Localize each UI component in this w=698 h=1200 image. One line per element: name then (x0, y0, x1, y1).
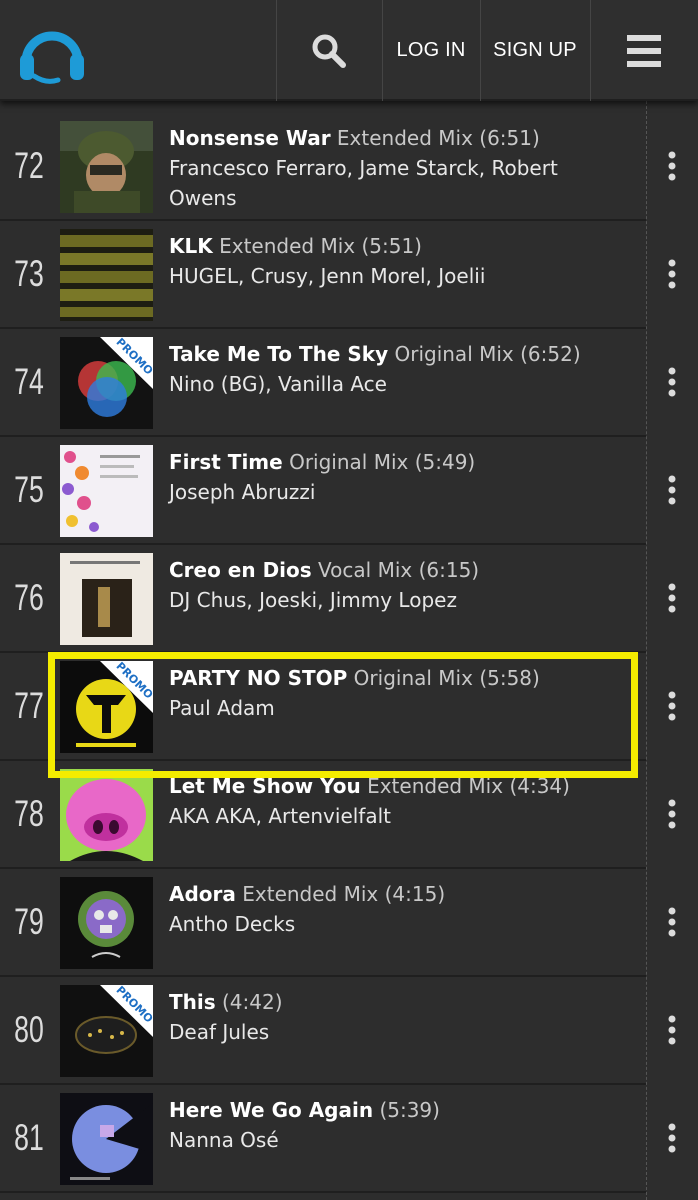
track-row[interactable]: 73 KLK Extended Mix (5:51) HUGEL, Crusy,… (0, 221, 698, 329)
hamburger-menu-button[interactable] (590, 0, 698, 101)
track-duration: (6:51) (479, 126, 540, 150)
track-row[interactable]: 76 Creo en Dios Vocal Mix (6:15) DJ Chus… (0, 545, 698, 653)
track-rank: 72 (14, 145, 44, 186)
vertical-dots-icon (668, 691, 676, 721)
track-mix: Extended Mix (242, 882, 379, 906)
search-icon (312, 34, 346, 68)
track-mix: Extended Mix (336, 126, 473, 150)
track-info: Let Me Show You Extended Mix (4:34) AKA … (169, 771, 629, 831)
album-art[interactable]: PROMO (60, 337, 153, 429)
track-info: Creo en Dios Vocal Mix (6:15) DJ Chus, J… (169, 555, 629, 615)
vertical-dots-icon (668, 907, 676, 937)
track-artists[interactable]: Antho Decks (169, 912, 295, 936)
top-nav-bar: LOG IN SIGN UP (0, 0, 698, 101)
album-art[interactable] (60, 769, 153, 861)
track-mix: Original Mix (289, 450, 409, 474)
track-row[interactable]: 81 Here We Go Again (5:39) Nanna Osé (0, 1085, 698, 1193)
track-artists[interactable]: AKA AKA, Artenvielfalt (169, 804, 391, 828)
track-duration: (5:39) (379, 1098, 440, 1122)
track-info: First Time Original Mix (5:49) Joseph Ab… (169, 447, 629, 507)
track-info: Here We Go Again (5:39) Nanna Osé (169, 1095, 629, 1155)
track-duration: (6:15) (418, 558, 480, 582)
track-artists[interactable]: Francesco Ferraro, Jame Starck, Robert O… (169, 156, 558, 210)
track-rank: 78 (14, 793, 44, 834)
more-options-button[interactable] (646, 1085, 698, 1191)
track-rank: 77 (14, 685, 44, 726)
more-options-button[interactable] (646, 545, 698, 651)
more-options-button[interactable] (646, 869, 698, 975)
headphones-icon[interactable] (16, 18, 88, 86)
track-rank: 81 (14, 1117, 44, 1158)
track-title[interactable]: Creo en Dios (169, 558, 312, 582)
track-mix: Original Mix (394, 342, 514, 366)
track-artists[interactable]: DJ Chus, Joeski, Jimmy Lopez (169, 588, 457, 612)
vertical-dots-icon (668, 475, 676, 505)
track-row[interactable]: 75 First Time Original Mix (5:49) Joseph… (0, 437, 698, 545)
track-rank: 75 (14, 469, 44, 510)
more-options-button[interactable] (646, 113, 698, 219)
track-info: Adora Extended Mix (4:15) Antho Decks (169, 879, 629, 939)
login-link[interactable]: LOG IN (382, 0, 480, 101)
track-title[interactable]: Here We Go Again (169, 1098, 373, 1122)
track-title[interactable]: Nonsense War (169, 126, 331, 150)
album-art[interactable] (60, 445, 153, 537)
more-options-button[interactable] (646, 437, 698, 543)
album-art[interactable] (60, 121, 153, 213)
track-mix: Vocal Mix (318, 558, 413, 582)
track-rank: 73 (14, 253, 44, 294)
album-art[interactable] (60, 229, 153, 321)
track-title[interactable]: Take Me To The Sky (169, 342, 388, 366)
track-mix: Extended Mix (219, 234, 356, 258)
track-duration: (5:49) (414, 450, 476, 474)
search-button[interactable] (276, 0, 382, 101)
track-artists[interactable]: HUGEL, Crusy, Jenn Morel, Joelii (169, 264, 485, 288)
track-row[interactable]: 80 PROMO This (4:42) Deaf Jules (0, 977, 698, 1085)
more-options-button[interactable] (646, 977, 698, 1083)
track-duration: (4:42) (222, 990, 283, 1014)
vertical-dots-icon (668, 799, 676, 829)
album-art[interactable] (60, 553, 153, 645)
more-options-button[interactable] (646, 329, 698, 435)
album-art[interactable] (60, 1093, 153, 1185)
vertical-dots-icon (668, 367, 676, 397)
vertical-dots-icon (668, 1123, 676, 1153)
track-duration: (6:52) (520, 342, 581, 366)
track-rank: 80 (14, 1009, 44, 1050)
album-art[interactable] (60, 877, 153, 969)
hamburger-menu-icon (627, 34, 661, 67)
track-row[interactable]: 74 PROMO Take Me To The Sky Original Mix… (0, 329, 698, 437)
track-rank: 74 (14, 361, 44, 402)
track-artists[interactable]: Deaf Jules (169, 1020, 269, 1044)
track-row[interactable]: 79 Adora Extended Mix (4:15) Antho Decks (0, 869, 698, 977)
track-row[interactable]: 72 Nonsense War Extended Mix (6:51) Fran… (0, 113, 698, 221)
more-options-button[interactable] (646, 221, 698, 327)
track-info: Take Me To The Sky Original Mix (6:52) N… (169, 339, 629, 399)
vertical-dots-icon (668, 1015, 676, 1045)
track-title[interactable]: This (169, 990, 216, 1014)
track-title[interactable]: First Time (169, 450, 283, 474)
more-options-button[interactable] (646, 653, 698, 759)
vertical-dots-icon (668, 259, 676, 289)
track-info: This (4:42) Deaf Jules (169, 987, 629, 1047)
more-options-button[interactable] (646, 761, 698, 867)
track-title[interactable]: Adora (169, 882, 236, 906)
track-title[interactable]: KLK (169, 234, 213, 258)
track-rank: 79 (14, 901, 44, 942)
vertical-dots-icon (668, 583, 676, 613)
signup-link[interactable]: SIGN UP (480, 0, 590, 101)
track-info: KLK Extended Mix (5:51) HUGEL, Crusy, Je… (169, 231, 629, 291)
track-artists[interactable]: Nanna Osé (169, 1128, 279, 1152)
track-duration: (4:15) (384, 882, 446, 906)
track-artists[interactable]: Joseph Abruzzi (169, 480, 315, 504)
track-artists[interactable]: Nino (BG), Vanilla Ace (169, 372, 387, 396)
highlight-box (48, 652, 638, 778)
album-art[interactable]: PROMO (60, 985, 153, 1077)
row-separator (0, 1191, 646, 1193)
vertical-dots-icon (668, 151, 676, 181)
track-info: Nonsense War Extended Mix (6:51) Frances… (169, 123, 629, 213)
track-duration: (5:51) (361, 234, 422, 258)
track-rank: 76 (14, 577, 44, 618)
